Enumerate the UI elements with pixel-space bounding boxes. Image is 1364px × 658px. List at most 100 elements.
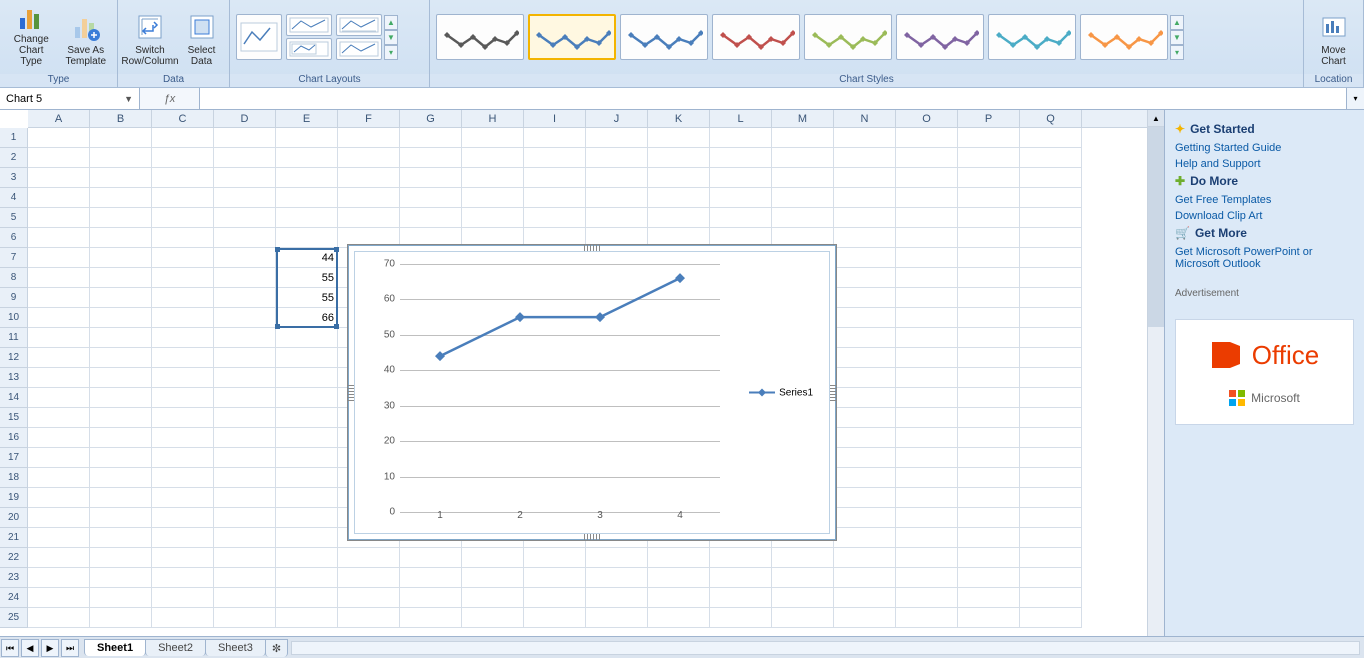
cell-D18[interactable] [214, 468, 276, 488]
cell-O25[interactable] [896, 608, 958, 628]
worksheet-area[interactable]: ABCDEFGHIJKLMNOPQ 1234567448559551066111… [0, 110, 1164, 636]
cell-C24[interactable] [152, 588, 214, 608]
cell-B13[interactable] [90, 368, 152, 388]
cell-O12[interactable] [896, 348, 958, 368]
column-header-P[interactable]: P [958, 110, 1020, 127]
cell-C13[interactable] [152, 368, 214, 388]
cell-N5[interactable] [834, 208, 896, 228]
cell-E8[interactable]: 55 [276, 268, 338, 288]
cell-B10[interactable] [90, 308, 152, 328]
cell-P16[interactable] [958, 428, 1020, 448]
cell-J22[interactable] [586, 548, 648, 568]
link-getting-started-guide[interactable]: Getting Started Guide [1175, 142, 1354, 154]
cell-A16[interactable] [28, 428, 90, 448]
cell-I24[interactable] [524, 588, 586, 608]
cell-E10[interactable]: 66 [276, 308, 338, 328]
cell-B15[interactable] [90, 408, 152, 428]
column-header-A[interactable]: A [28, 110, 90, 127]
cell-C6[interactable] [152, 228, 214, 248]
cell-D21[interactable] [214, 528, 276, 548]
cell-M22[interactable] [772, 548, 834, 568]
cell-E12[interactable] [276, 348, 338, 368]
cell-B7[interactable] [90, 248, 152, 268]
cell-E25[interactable] [276, 608, 338, 628]
cell-Q19[interactable] [1020, 488, 1082, 508]
chart-layout-option-4[interactable] [336, 14, 382, 36]
cell-G2[interactable] [400, 148, 462, 168]
cell-B8[interactable] [90, 268, 152, 288]
cell-M2[interactable] [772, 148, 834, 168]
cell-O19[interactable] [896, 488, 958, 508]
cell-H1[interactable] [462, 128, 524, 148]
formula-input[interactable] [200, 88, 1346, 109]
cell-D3[interactable] [214, 168, 276, 188]
cell-E7[interactable]: 44 [276, 248, 338, 268]
cell-N21[interactable] [834, 528, 896, 548]
cell-C8[interactable] [152, 268, 214, 288]
name-box-input[interactable] [6, 93, 86, 105]
layouts-scroll-down[interactable]: ▼ [384, 30, 398, 45]
cell-C21[interactable] [152, 528, 214, 548]
cell-K1[interactable] [648, 128, 710, 148]
cell-E13[interactable] [276, 368, 338, 388]
cell-B4[interactable] [90, 188, 152, 208]
link-help-and-support[interactable]: Help and Support [1175, 158, 1354, 170]
chart-line-series[interactable] [400, 264, 720, 512]
cell-Q5[interactable] [1020, 208, 1082, 228]
cell-P11[interactable] [958, 328, 1020, 348]
cell-O1[interactable] [896, 128, 958, 148]
cell-P10[interactable] [958, 308, 1020, 328]
cell-B17[interactable] [90, 448, 152, 468]
cell-F3[interactable] [338, 168, 400, 188]
name-box[interactable]: ▼ [0, 88, 140, 109]
chart-style-option-4[interactable] [712, 14, 800, 60]
cell-E5[interactable] [276, 208, 338, 228]
cell-Q8[interactable] [1020, 268, 1082, 288]
column-header-D[interactable]: D [214, 110, 276, 127]
column-header-M[interactable]: M [772, 110, 834, 127]
cell-B3[interactable] [90, 168, 152, 188]
cell-L23[interactable] [710, 568, 772, 588]
select-data-button[interactable]: SelectData [180, 4, 223, 70]
cell-G22[interactable] [400, 548, 462, 568]
cell-G24[interactable] [400, 588, 462, 608]
row-header-15[interactable]: 15 [0, 408, 28, 428]
chart-style-option-5[interactable] [804, 14, 892, 60]
cell-O8[interactable] [896, 268, 958, 288]
cell-L24[interactable] [710, 588, 772, 608]
cell-Q2[interactable] [1020, 148, 1082, 168]
cell-B9[interactable] [90, 288, 152, 308]
cell-A11[interactable] [28, 328, 90, 348]
styles-scroll-down[interactable]: ▼ [1170, 30, 1184, 45]
cell-D14[interactable] [214, 388, 276, 408]
cell-N15[interactable] [834, 408, 896, 428]
cell-C16[interactable] [152, 428, 214, 448]
cell-Q10[interactable] [1020, 308, 1082, 328]
styles-expand[interactable]: ▾ [1170, 45, 1184, 60]
save-as-template-button[interactable]: Save AsTemplate [61, 4, 112, 70]
cell-E11[interactable] [276, 328, 338, 348]
cell-L22[interactable] [710, 548, 772, 568]
cell-C22[interactable] [152, 548, 214, 568]
cell-C20[interactable] [152, 508, 214, 528]
cell-Q23[interactable] [1020, 568, 1082, 588]
cell-J1[interactable] [586, 128, 648, 148]
cell-Q20[interactable] [1020, 508, 1082, 528]
cell-Q13[interactable] [1020, 368, 1082, 388]
cell-E20[interactable] [276, 508, 338, 528]
cell-M4[interactable] [772, 188, 834, 208]
cell-D22[interactable] [214, 548, 276, 568]
cell-P4[interactable] [958, 188, 1020, 208]
cell-N9[interactable] [834, 288, 896, 308]
cell-O18[interactable] [896, 468, 958, 488]
cell-K24[interactable] [648, 588, 710, 608]
cell-L2[interactable] [710, 148, 772, 168]
cell-O24[interactable] [896, 588, 958, 608]
cell-D13[interactable] [214, 368, 276, 388]
cell-E17[interactable] [276, 448, 338, 468]
cell-D23[interactable] [214, 568, 276, 588]
cell-N7[interactable] [834, 248, 896, 268]
cell-Q22[interactable] [1020, 548, 1082, 568]
cell-P19[interactable] [958, 488, 1020, 508]
cell-G5[interactable] [400, 208, 462, 228]
